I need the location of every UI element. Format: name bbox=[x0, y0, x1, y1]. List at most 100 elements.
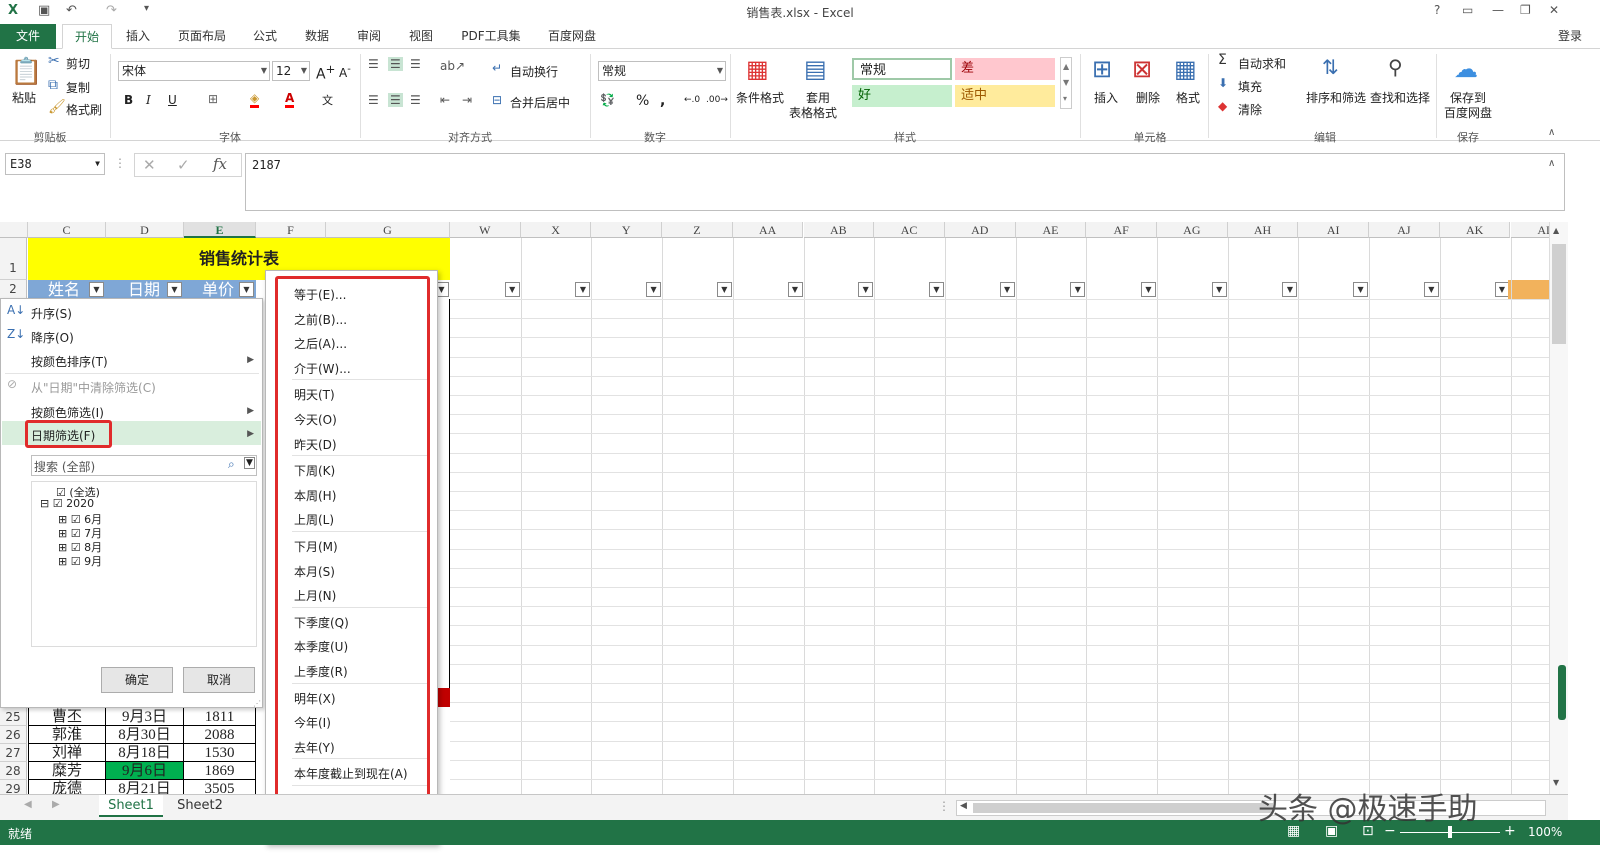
close-icon[interactable]: ✕ bbox=[1549, 3, 1559, 17]
sheet-tab-sheet2[interactable]: Sheet2 bbox=[168, 795, 232, 817]
formula-input[interactable]: 2187 bbox=[245, 153, 1565, 211]
fill-color-icon[interactable]: ◈ bbox=[250, 91, 260, 108]
date-filter-option[interactable]: 上季度(R) bbox=[294, 663, 348, 680]
save-to-label-b[interactable]: 百度网盘 bbox=[1444, 104, 1492, 121]
decrease-font-icon[interactable]: A- bbox=[339, 64, 351, 80]
delete-cells-button[interactable]: 删除 bbox=[1136, 89, 1160, 106]
phonetic-icon[interactable]: 文 bbox=[322, 92, 333, 108]
cell-date[interactable]: 8月30日 bbox=[106, 726, 184, 744]
restore-icon[interactable]: ❐ bbox=[1520, 3, 1531, 17]
hscroll-thumb[interactable] bbox=[973, 803, 1273, 813]
cancel-formula-icon[interactable]: ✕ bbox=[143, 156, 156, 174]
tab-file[interactable]: 文件 bbox=[0, 24, 56, 49]
column-header[interactable]: AK bbox=[1439, 222, 1511, 238]
filter-dropdown-icon[interactable]: ▼ bbox=[167, 282, 182, 297]
filter-dropdown-icon[interactable]: ▼ bbox=[239, 282, 254, 297]
font-name-combo[interactable]: 宋体 ▼ bbox=[118, 61, 270, 81]
date-filter-option[interactable]: 明天(T) bbox=[294, 386, 335, 403]
tree-month[interactable]: ⊞ ☑ 9月 bbox=[58, 553, 102, 569]
align-center-icon[interactable]: ☰ bbox=[388, 93, 403, 107]
style-normal[interactable]: 常规 bbox=[852, 58, 952, 80]
cell-price[interactable]: 2088 bbox=[184, 726, 256, 744]
date-filter-option[interactable]: 介于(W)... bbox=[294, 360, 351, 377]
merge-center-button[interactable]: 合并后居中 bbox=[510, 94, 570, 111]
cell-date[interactable]: 8月18日 bbox=[106, 744, 184, 762]
row-header[interactable]: 1 bbox=[0, 238, 27, 280]
scroll-left-icon[interactable]: ◀ bbox=[960, 801, 967, 811]
resize-grip-icon[interactable]: ⋰ bbox=[253, 699, 261, 708]
orientation-icon[interactable]: ab↗ bbox=[440, 59, 465, 73]
help-icon[interactable]: ? bbox=[1434, 3, 1440, 17]
percent-button[interactable]: % bbox=[636, 93, 649, 109]
tab-data[interactable]: 数据 bbox=[298, 24, 336, 49]
date-filter-option[interactable]: 今年(I) bbox=[294, 714, 331, 731]
row-header[interactable]: 27 bbox=[0, 744, 27, 762]
tab-page-layout[interactable]: 页面布局 bbox=[170, 24, 234, 49]
filter-dropdown-icon[interactable]: ▼ bbox=[1353, 282, 1369, 297]
date-filter-option[interactable]: 本季度(U) bbox=[294, 638, 348, 655]
scroll-thumb[interactable] bbox=[1552, 244, 1566, 344]
date-filter-option[interactable]: 今天(O) bbox=[294, 411, 337, 428]
format-cells-button[interactable]: 格式 bbox=[1176, 89, 1200, 106]
date-filter-option[interactable]: 下季度(Q) bbox=[294, 614, 349, 631]
tab-view[interactable]: 视图 bbox=[402, 24, 440, 49]
cell-name[interactable]: 郭淮 bbox=[28, 726, 106, 744]
cell-date[interactable]: 8月21日 bbox=[106, 780, 184, 794]
sheet-tab-sheet1[interactable]: Sheet1 bbox=[99, 795, 163, 817]
column-header[interactable]: C bbox=[28, 222, 106, 238]
style-bad[interactable]: 差 bbox=[955, 58, 1055, 80]
date-filter-option[interactable]: 之后(A)... bbox=[294, 335, 347, 352]
font-color-icon[interactable]: A bbox=[285, 91, 295, 108]
format-painter-button[interactable]: 格式刷 bbox=[66, 101, 102, 118]
conditional-format-button[interactable]: 条件格式 bbox=[736, 89, 784, 106]
column-header[interactable]: F bbox=[256, 222, 326, 238]
tab-formulas[interactable]: 公式 bbox=[246, 24, 284, 49]
row-header[interactable]: 29 bbox=[0, 780, 27, 794]
filter-search-input[interactable]: 搜索 (全部) ⌕ ▼ bbox=[31, 455, 257, 476]
format-as-table-label-b[interactable]: 表格格式 bbox=[789, 104, 837, 121]
column-header[interactable]: G bbox=[326, 222, 450, 238]
filter-dropdown-icon[interactable]: ▼ bbox=[716, 282, 732, 297]
sort-descending-item[interactable]: 降序(O) bbox=[31, 329, 74, 346]
zoom-handle[interactable] bbox=[1558, 665, 1566, 720]
align-bottom-icon[interactable]: ☰ bbox=[410, 57, 421, 71]
bold-button[interactable]: B bbox=[124, 93, 133, 107]
tab-review[interactable]: 审阅 bbox=[350, 24, 388, 49]
column-header[interactable]: AJ bbox=[1369, 222, 1440, 238]
column-header[interactable]: AA bbox=[732, 222, 804, 238]
zoom-level[interactable]: 100% bbox=[1528, 825, 1562, 839]
comma-button[interactable]: , bbox=[660, 93, 665, 109]
select-all-corner[interactable] bbox=[0, 222, 28, 238]
row-header[interactable]: 26 bbox=[0, 726, 27, 744]
paste-icon[interactable]: 📋 bbox=[10, 57, 42, 87]
login-link[interactable]: 登录 bbox=[1540, 24, 1600, 49]
style-good[interactable]: 好 bbox=[852, 85, 952, 107]
cell-price[interactable]: 1869 bbox=[184, 762, 256, 780]
column-header[interactable]: E bbox=[184, 222, 256, 238]
tab-insert[interactable]: 插入 bbox=[120, 24, 156, 49]
filter-dropdown-icon[interactable]: ▼ bbox=[89, 282, 104, 297]
filter-dropdown-icon[interactable]: ▼ bbox=[787, 282, 803, 297]
collapse-ribbon-icon[interactable]: ∧ bbox=[1548, 127, 1555, 138]
filter-dropdown-icon[interactable]: ▼ bbox=[999, 282, 1015, 297]
date-filter-option[interactable]: 等于(E)... bbox=[294, 286, 346, 303]
row-header[interactable]: 25 bbox=[0, 708, 27, 726]
date-filter-option[interactable]: 昨天(D) bbox=[294, 436, 337, 453]
align-middle-icon[interactable]: ☰ bbox=[388, 57, 403, 71]
cut-button[interactable]: 剪切 bbox=[66, 55, 90, 72]
confirm-formula-icon[interactable]: ✓ bbox=[177, 156, 190, 174]
scroll-down-icon[interactable]: ▼ bbox=[1553, 778, 1559, 787]
chevron-down-icon[interactable]: ▼ bbox=[244, 457, 255, 469]
sort-ascending-item[interactable]: 升序(S) bbox=[31, 305, 72, 322]
collapse-formula-icon[interactable]: ∧ bbox=[1548, 158, 1555, 169]
date-filter-option[interactable]: 下月(M) bbox=[294, 538, 338, 555]
clear-button[interactable]: 清除 bbox=[1238, 101, 1262, 118]
align-top-icon[interactable]: ☰ bbox=[368, 57, 379, 71]
cell-name[interactable]: 糜芳 bbox=[28, 762, 106, 780]
ok-button[interactable]: 确定 bbox=[101, 667, 173, 693]
column-header[interactable]: D bbox=[106, 222, 184, 238]
copy-button[interactable]: 复制 bbox=[66, 79, 90, 96]
prev-sheet-icon[interactable]: ◀ bbox=[24, 799, 32, 810]
filter-dropdown-icon[interactable]: ▼ bbox=[1423, 282, 1439, 297]
filter-dropdown-icon[interactable]: ▼ bbox=[1282, 282, 1298, 297]
